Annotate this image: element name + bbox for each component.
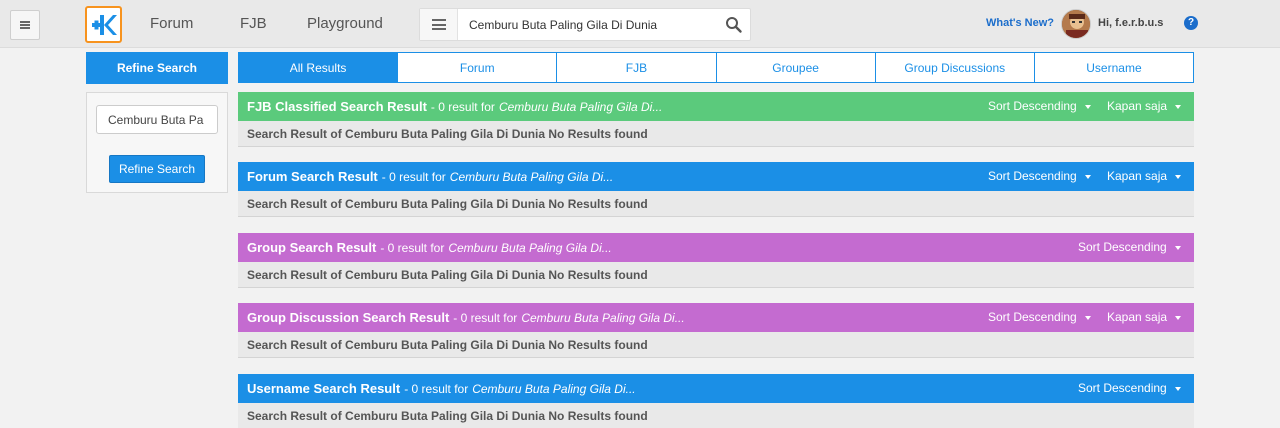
- tab-groupee[interactable]: Groupee: [715, 53, 875, 82]
- caret-down-icon: [1175, 315, 1182, 320]
- sort-label: Sort Descending: [988, 99, 1077, 113]
- nav-playground[interactable]: Playground: [307, 0, 383, 48]
- user-avatar-icon: [1062, 10, 1090, 38]
- sort-label: Sort Descending: [1078, 381, 1167, 395]
- sort-label: Sort Descending: [1078, 240, 1167, 254]
- section-title: Group Search Result: [247, 240, 377, 255]
- section-header: FJB Classified Search Result - 0 result …: [238, 92, 1194, 121]
- tab-forum[interactable]: Forum: [397, 53, 556, 82]
- result-count: - 0 result for: [404, 381, 469, 396]
- result-count: - 0 result for: [453, 310, 518, 325]
- kaskus-logo[interactable]: [85, 6, 122, 43]
- section-title: FJB Classified Search Result: [247, 99, 427, 114]
- hamburger-icon: [20, 21, 30, 29]
- refine-search-input[interactable]: [96, 105, 218, 134]
- time-label: Kapan saja: [1107, 99, 1168, 113]
- section-header: Forum Search Result - 0 result for Cembu…: [238, 162, 1194, 191]
- time-dropdown[interactable]: Kapan saja: [1107, 303, 1182, 332]
- section-message: Search Result of Cemburu Buta Paling Gil…: [238, 121, 1194, 147]
- fjb-result-section: FJB Classified Search Result - 0 result …: [238, 92, 1194, 147]
- result-query: Cemburu Buta Paling Gila Di...: [448, 240, 612, 255]
- caret-down-icon: [1174, 386, 1181, 391]
- caret-down-icon: [1174, 245, 1181, 250]
- section-title: Forum Search Result: [247, 169, 378, 184]
- section-title: Username Search Result: [247, 381, 401, 396]
- username-result-section: Username Search Result - 0 result for Ce…: [238, 374, 1194, 428]
- section-title: Group Discussion Search Result: [247, 310, 450, 325]
- caret-down-icon: [1084, 315, 1091, 320]
- time-label: Kapan saja: [1107, 310, 1168, 324]
- main-menu-button[interactable]: [10, 10, 40, 40]
- time-dropdown[interactable]: Kapan saja: [1107, 162, 1182, 191]
- result-count: - 0 result for: [381, 169, 446, 184]
- user-greeting[interactable]: Hi, f.e.r.b.u.s: [1098, 17, 1163, 29]
- avatar[interactable]: [1061, 9, 1091, 39]
- search-box: [419, 8, 751, 41]
- tab-username[interactable]: Username: [1033, 53, 1193, 82]
- nav-fjb[interactable]: FJB: [240, 0, 267, 48]
- section-header: Group Search Result - 0 result for Cembu…: [238, 233, 1194, 262]
- caret-down-icon: [1084, 174, 1091, 179]
- nav-forum[interactable]: Forum: [150, 0, 193, 48]
- section-header: Username Search Result - 0 result for Ce…: [238, 374, 1194, 403]
- search-category-menu[interactable]: [420, 9, 458, 40]
- sort-dropdown[interactable]: Sort Descending: [1078, 374, 1181, 403]
- sort-dropdown[interactable]: Sort Descending: [988, 303, 1091, 332]
- whats-new-link[interactable]: What's New?: [986, 17, 1054, 29]
- section-message: Search Result of Cemburu Buta Paling Gil…: [238, 262, 1194, 288]
- result-tabs: All Results Forum FJB Groupee Group Disc…: [238, 52, 1194, 83]
- tab-fjb[interactable]: FJB: [556, 53, 715, 82]
- k-logo-icon: [91, 14, 117, 35]
- help-icon[interactable]: ?: [1184, 16, 1198, 30]
- refine-search-button[interactable]: Refine Search: [109, 155, 205, 183]
- time-dropdown[interactable]: Kapan saja: [1107, 92, 1182, 121]
- group-discussion-result-section: Group Discussion Search Result - 0 resul…: [238, 303, 1194, 358]
- result-query: Cemburu Buta Paling Gila Di...: [472, 381, 636, 396]
- section-message: Search Result of Cemburu Buta Paling Gil…: [238, 332, 1194, 358]
- sort-dropdown[interactable]: Sort Descending: [1078, 233, 1181, 262]
- sort-label: Sort Descending: [988, 310, 1077, 324]
- refine-search-panel: Refine Search: [86, 92, 228, 193]
- top-bar: Forum FJB Playground What's New? Hi, f.e…: [0, 0, 1280, 48]
- result-query: Cemburu Buta Paling Gila Di...: [521, 310, 685, 325]
- sort-label: Sort Descending: [988, 169, 1077, 183]
- refine-search-title: Refine Search: [86, 52, 228, 84]
- search-icon[interactable]: [724, 15, 744, 35]
- result-count: - 0 result for: [380, 240, 445, 255]
- caret-down-icon: [1175, 104, 1182, 109]
- forum-result-section: Forum Search Result - 0 result for Cembu…: [238, 162, 1194, 217]
- section-message: Search Result of Cemburu Buta Paling Gil…: [238, 191, 1194, 217]
- tab-group-discussions[interactable]: Group Discussions: [874, 53, 1034, 82]
- group-result-section: Group Search Result - 0 result for Cembu…: [238, 233, 1194, 288]
- sort-dropdown[interactable]: Sort Descending: [988, 162, 1091, 191]
- result-query: Cemburu Buta Paling Gila Di...: [498, 99, 663, 114]
- section-header: Group Discussion Search Result - 0 resul…: [238, 303, 1194, 332]
- result-count: - 0 result for: [430, 99, 495, 114]
- caret-down-icon: [1175, 174, 1182, 179]
- tab-all-results[interactable]: All Results: [239, 53, 398, 82]
- sort-dropdown[interactable]: Sort Descending: [988, 92, 1091, 121]
- result-query: Cemburu Buta Paling Gila Di...: [449, 169, 614, 184]
- time-label: Kapan saja: [1107, 169, 1168, 183]
- caret-down-icon: [1084, 104, 1091, 109]
- list-icon: [431, 19, 446, 30]
- section-message: Search Result of Cemburu Buta Paling Gil…: [238, 403, 1194, 428]
- search-input[interactable]: [460, 9, 720, 40]
